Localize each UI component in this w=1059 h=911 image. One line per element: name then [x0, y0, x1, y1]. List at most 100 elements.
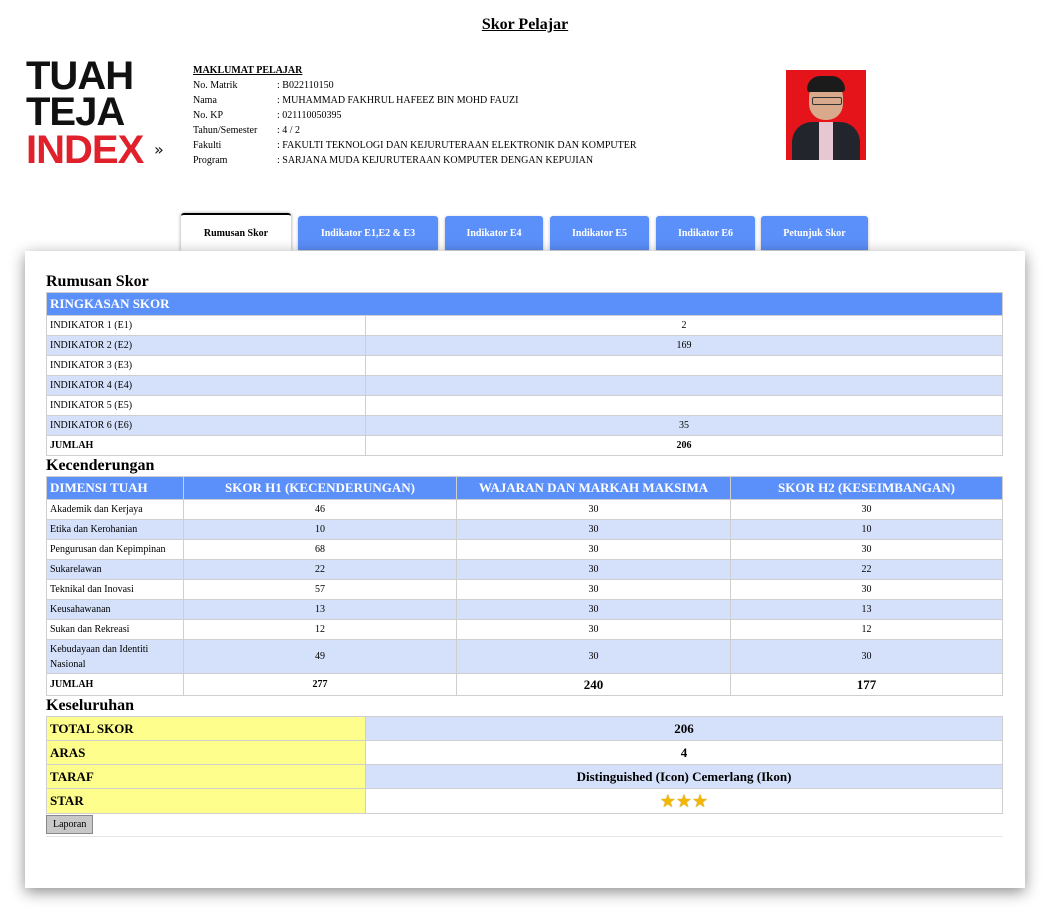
student-info: MAKLUMAT PELAJAR No. Matrik: B022110150 …	[193, 63, 637, 168]
table-row: Kebudayaan dan Identiti Nasional 49 30 30	[46, 639, 1003, 674]
summary-value: 169	[365, 335, 1003, 356]
h1-score: 68	[183, 539, 457, 560]
info-label: Fakulti	[193, 140, 222, 151]
h2-score: 30	[730, 579, 1003, 600]
summary-value	[365, 355, 1003, 376]
tab-indikator-e1-e2-e3[interactable]: Indikator E1,E2 & E3	[298, 216, 438, 250]
h1-score: 57	[183, 579, 457, 600]
dimension-name: Sukan dan Rekreasi	[46, 619, 184, 640]
chevron-right-icon: »	[154, 140, 164, 159]
tendency-total-row: JUMLAH 277 240 177	[46, 673, 1003, 696]
tab-indikator-e4[interactable]: Indikator E4	[445, 216, 543, 250]
h1-score: 46	[183, 499, 457, 520]
max-score: 30	[456, 579, 731, 600]
dimension-name: Teknikal dan Inovasi	[46, 579, 184, 600]
dimension-name: Etika dan Kerohanian	[46, 519, 184, 540]
total-h2: 177	[730, 673, 1003, 696]
table-row: Keusahawanan 13 30 13	[46, 599, 1003, 620]
laporan-button[interactable]: Laporan	[46, 815, 94, 834]
h2-score: 30	[730, 639, 1003, 674]
table-row: ARAS 4	[46, 740, 1003, 765]
info-value: : FAKULTI TEKNOLOGI DAN KEJURUTERAAN ELE…	[277, 140, 637, 151]
table-row: TOTAL SKOR 206	[46, 716, 1003, 741]
h1-score: 12	[183, 619, 457, 640]
tab-rumusan-skor[interactable]: Rumusan Skor	[181, 213, 291, 251]
section-title-rumusan: Rumusan Skor	[46, 273, 149, 290]
max-score: 30	[456, 519, 731, 540]
summary-total-label: JUMLAH	[46, 435, 366, 456]
info-value: : MUHAMMAD FAKHRUL HAFEEZ BIN MOHD FAUZI	[277, 95, 519, 106]
divider	[46, 836, 1003, 837]
content-panel: Rumusan Skor RINGKASAN SKOR INDIKATOR 1 …	[25, 251, 1025, 888]
info-value: : 4 / 2	[277, 125, 301, 136]
total-label: JUMLAH	[46, 673, 184, 696]
table-row: Teknikal dan Inovasi 57 30 30	[46, 579, 1003, 600]
tendency-header: SKOR H2 (KESEIMBANGAN)	[730, 476, 1003, 500]
summary-table: RINGKASAN SKOR INDIKATOR 1 (E1) 2 INDIKAT…	[46, 292, 1003, 456]
h1-score: 49	[183, 639, 457, 674]
page-title: Skor Pelajar	[481, 16, 569, 33]
summary-label: INDIKATOR 6 (E6)	[46, 415, 366, 436]
info-row-kp: No. KP: 021110050395	[193, 108, 637, 123]
h1-score: 22	[183, 559, 457, 580]
dimension-name: Kebudayaan dan Identiti Nasional	[46, 639, 184, 674]
h2-score: 30	[730, 539, 1003, 560]
max-score: 30	[456, 599, 731, 620]
max-score: 30	[456, 499, 731, 520]
h2-score: 13	[730, 599, 1003, 620]
summary-label: INDIKATOR 3 (E3)	[46, 355, 366, 376]
overall-label: ARAS	[46, 740, 366, 765]
tendency-header: SKOR H1 (KECENDERUNGAN)	[183, 476, 457, 500]
info-row-program: Program : SARJANA MUDA KEJURUTERAAN KOMPU…	[193, 153, 637, 168]
overall-label: TOTAL SKOR	[46, 716, 366, 741]
max-score: 30	[456, 639, 731, 674]
overall-label: TARAF	[46, 764, 366, 789]
student-info-heading: MAKLUMAT PELAJAR	[193, 65, 303, 76]
summary-label: INDIKATOR 1 (E1)	[46, 315, 366, 336]
table-row: Sukarelawan 22 30 22	[46, 559, 1003, 580]
tab-indikator-e6[interactable]: Indikator E6	[656, 216, 755, 250]
section-title-keseluruhan: Keseluruhan	[46, 697, 135, 714]
tendency-header: WAJARAN DAN MARKAH MAKSIMA	[456, 476, 731, 500]
summary-header: RINGKASAN SKOR	[46, 292, 1003, 316]
info-label: No. Matrik	[193, 80, 238, 91]
summary-value	[365, 375, 1003, 396]
h1-score: 13	[183, 599, 457, 620]
summary-label: INDIKATOR 5 (E5)	[46, 395, 366, 416]
max-score: 30	[456, 559, 731, 580]
info-label: No. KP	[193, 110, 224, 121]
student-photo	[786, 70, 866, 160]
max-score: 30	[456, 619, 731, 640]
h1-score: 10	[183, 519, 457, 540]
h2-score: 12	[730, 619, 1003, 640]
tuah-teja-index-logo: TUAH TEJA INDEX »	[26, 56, 168, 176]
max-score: 30	[456, 539, 731, 560]
overall-label: STAR	[46, 788, 366, 814]
tab-indikator-e5[interactable]: Indikator E5	[550, 216, 649, 250]
info-row-fakulti: Fakulti : FAKULTI TEKNOLOGI DAN KEJURUTER…	[193, 138, 637, 153]
tab-petunjuk-skor[interactable]: Petunjuk Skor	[761, 216, 868, 250]
total-skor-value: 206	[365, 716, 1003, 741]
table-row: Akademik dan Kerjaya 46 30 30	[46, 499, 1003, 520]
summary-value: 35	[365, 415, 1003, 436]
summary-label: INDIKATOR 4 (E4)	[46, 375, 366, 396]
table-row: TARAF Distinguished (Icon) Cemerlang (Iko…	[46, 764, 1003, 789]
star-icon: ★★★	[659, 790, 709, 811]
summary-label: INDIKATOR 2 (E2)	[46, 335, 366, 356]
aras-value: 4	[365, 740, 1003, 765]
dimension-name: Pengurusan dan Kepimpinan	[46, 539, 184, 560]
total-max: 240	[456, 673, 731, 696]
h2-score: 22	[730, 559, 1003, 580]
overall-table: TOTAL SKOR 206 ARAS 4 TARAF Distinguished (…	[46, 716, 1003, 814]
info-label: Nama	[193, 95, 217, 106]
logo-line-2: TEJA	[26, 90, 125, 134]
info-value: : SARJANA MUDA KEJURUTERAAN KOMPUTER DEN…	[277, 155, 594, 166]
dimension-name: Keusahawanan	[46, 599, 184, 620]
section-title-kecenderungan: Kecenderungan	[46, 457, 155, 474]
total-h1: 277	[183, 673, 457, 696]
info-row-nama: Nama : MUHAMMAD FAKHRUL HAFEEZ BIN MOHD F…	[193, 93, 637, 108]
taraf-value: Distinguished (Icon) Cemerlang (Ikon)	[365, 764, 1003, 789]
star-rating: ★★★	[365, 788, 1003, 814]
dimension-name: Sukarelawan	[46, 559, 184, 580]
info-label: Program	[193, 155, 228, 166]
